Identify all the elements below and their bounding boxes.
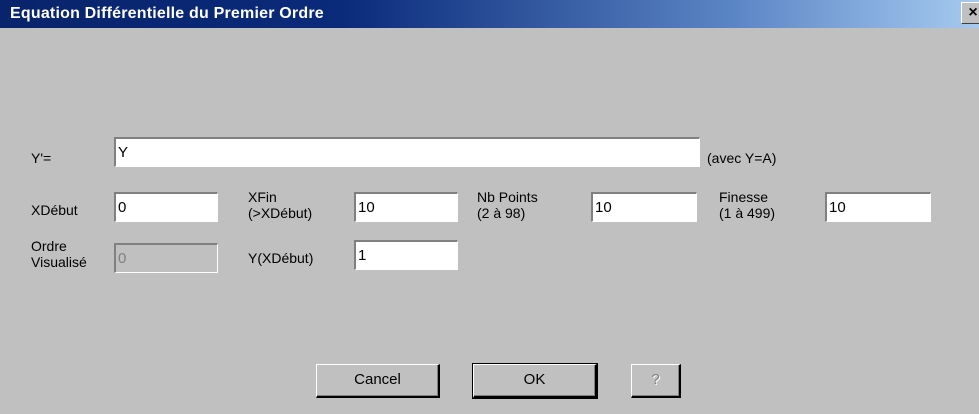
finesse-label-line2: (1 à 499) <box>719 205 776 221</box>
ordre-label-line2: Visualisé <box>31 254 87 270</box>
y-xdebut-input[interactable]: 1 <box>354 240 458 270</box>
ordre-visualise-input: 0 <box>114 243 218 273</box>
finesse-label-line1: Finesse <box>719 189 769 205</box>
cancel-button[interactable]: Cancel <box>316 364 440 398</box>
ok-button-label: OK <box>523 371 546 388</box>
xdebut-input[interactable]: 0 <box>114 192 218 222</box>
finesse-input[interactable]: 10 <box>825 192 931 222</box>
equation-input[interactable]: Y <box>114 137 700 167</box>
nb-points-label-line1: Nb Points <box>477 189 538 205</box>
nb-points-label-line2: (2 à 98) <box>477 205 526 221</box>
window-title: Equation Différentielle du Premier Ordre <box>10 5 324 22</box>
xfin-input[interactable]: 10 <box>354 192 458 222</box>
title-bar[interactable]: Equation Différentielle du Premier Ordre… <box>0 0 979 28</box>
equation-hint: (avec Y=A) <box>707 150 777 166</box>
close-icon[interactable]: × <box>961 2 979 24</box>
cancel-button-label: Cancel <box>354 371 401 388</box>
xfin-label-line2: (>XDébut) <box>248 205 313 221</box>
ordre-label-line1: Ordre <box>31 238 67 254</box>
help-button: ? <box>631 364 681 398</box>
nb-points-input[interactable]: 10 <box>591 192 697 222</box>
ok-button[interactable]: OK <box>472 363 598 399</box>
xfin-label-line1: XFin <box>248 189 277 205</box>
help-button-label: ? <box>651 371 660 388</box>
y-xdebut-label: Y(XDébut) <box>248 250 314 266</box>
xdebut-label: XDébut <box>31 202 78 218</box>
equation-label: Y'= <box>31 150 52 166</box>
